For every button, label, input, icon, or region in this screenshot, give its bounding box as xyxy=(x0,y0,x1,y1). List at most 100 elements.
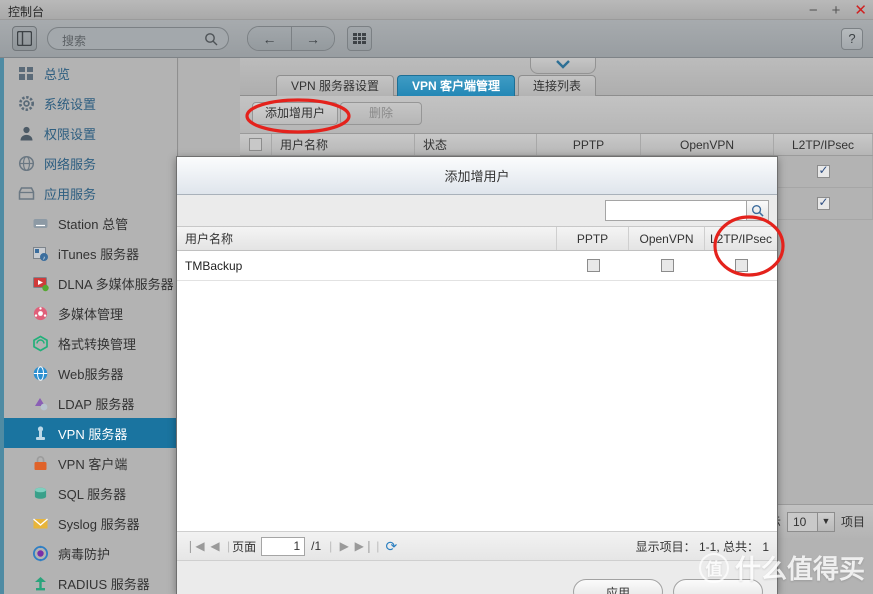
apply-button[interactable]: 应用 xyxy=(573,579,663,594)
sidebar-item-label: 权限设置 xyxy=(44,126,97,142)
col-l2tp[interactable]: L2TP/IPsec xyxy=(774,134,873,155)
sidebar-item-label: VPN 客户端 xyxy=(58,456,128,472)
sidebar-item-14[interactable]: SQL 服务器 xyxy=(0,478,177,508)
sidebar-item-label: 系统设置 xyxy=(44,96,97,112)
cancel-button[interactable] xyxy=(673,579,763,594)
dialog-table-row[interactable]: TMBackup xyxy=(177,251,777,281)
next-page-icon[interactable]: ▶ xyxy=(334,539,354,553)
dlg-col-openvpn[interactable]: OpenVPN xyxy=(629,227,705,250)
chevron-down-icon[interactable]: ▼ xyxy=(816,512,834,531)
dialog-cell-pptp-checkbox[interactable] xyxy=(586,259,600,272)
close-button[interactable]: ✕ xyxy=(854,3,867,18)
sidebar-item-9[interactable]: 格式转换管理 xyxy=(0,328,177,358)
window-title: 控制台 xyxy=(8,5,45,19)
last-page-icon[interactable]: ▶❘ xyxy=(354,539,374,553)
dialog-cell-openvpn[interactable] xyxy=(629,251,705,280)
sidebar-item-8[interactable]: 多媒体管理 xyxy=(0,298,177,328)
col-username[interactable]: 用户名称 xyxy=(272,134,415,155)
prev-page-icon[interactable]: ◀ xyxy=(205,539,225,553)
apps-grid-button[interactable] xyxy=(347,26,372,51)
dialog-cell-username: TMBackup xyxy=(185,258,243,273)
search-icon xyxy=(751,204,764,217)
sidebar-item-label: SQL 服务器 xyxy=(58,486,127,502)
sidebar-edge-strip xyxy=(0,58,4,594)
sidebar-item-7[interactable]: DLNA 多媒体服务器 xyxy=(0,268,177,298)
sidebar-item-label: 网络服务 xyxy=(44,156,97,172)
search-input[interactable]: 搜索 xyxy=(47,27,229,50)
dialog-cell-l2tp-checkbox[interactable] xyxy=(734,259,748,272)
itunes-icon: ♪ xyxy=(33,246,48,261)
cell-l2tp-checkbox[interactable] xyxy=(816,163,830,178)
sidebar-item-label: 格式转换管理 xyxy=(58,336,137,352)
help-button[interactable]: ? xyxy=(841,28,863,50)
minimize-button[interactable]: − xyxy=(809,3,818,18)
add-user-dialog: 添加增用户 用户名称 PPTP OpenVPN L2TP/IPsec TMBac… xyxy=(176,156,778,594)
sidebar-item-5[interactable]: Station 总管 xyxy=(0,208,177,238)
sidebar-item-label: VPN 服务器 xyxy=(58,426,128,442)
sidebar-item-11[interactable]: LDAP 服务器 xyxy=(0,388,177,418)
sidebar-item-1[interactable]: 系统设置 xyxy=(0,88,177,118)
media-icon xyxy=(33,306,48,320)
dlg-col-pptp[interactable]: PPTP xyxy=(557,227,629,250)
sidebar-item-label: LDAP 服务器 xyxy=(58,396,135,412)
sidebar-item-12[interactable]: VPN 服务器 xyxy=(0,418,177,448)
col-pptp[interactable]: PPTP xyxy=(537,134,641,155)
sidebar-item-0[interactable]: 总览 xyxy=(0,58,177,88)
sidebar-item-3[interactable]: 网络服务 xyxy=(0,148,177,178)
dialog-footer: 应用 xyxy=(177,561,777,594)
page-size-unit: 项目 xyxy=(840,515,865,529)
forward-button[interactable]: → xyxy=(291,27,334,50)
dialog-search-button[interactable] xyxy=(747,200,769,221)
sidebar-item-16[interactable]: 病毒防护 xyxy=(0,538,177,568)
sidebar-item-15[interactable]: Syslog 服务器 xyxy=(0,508,177,538)
page-number-input[interactable]: 1 xyxy=(261,536,306,556)
refresh-icon[interactable]: ⟳ xyxy=(381,538,401,555)
sidebar-item-2[interactable]: 权限设置 xyxy=(0,118,177,148)
sidebar-item-13[interactable]: VPN 客户端 xyxy=(0,448,177,478)
tab-1[interactable]: VPN 客户端管理 xyxy=(397,75,516,97)
dlg-col-username[interactable]: 用户名称 xyxy=(177,227,557,250)
maximize-button[interactable]: + xyxy=(832,3,841,18)
collapse-panel-button[interactable] xyxy=(530,58,596,74)
page-total: /1 xyxy=(311,539,322,553)
sidebar-item-label: RADIUS 服务器 xyxy=(58,576,150,592)
dialog-search-input[interactable] xyxy=(605,200,747,221)
dialog-pager: ❘◀ ◀ | 页面 1 /1 | ▶ ▶❘ | ⟳ 显示项目： 1-1, 总共：… xyxy=(177,531,777,561)
globe-icon xyxy=(18,155,35,171)
tab-2[interactable]: 连接列表 xyxy=(518,75,597,97)
dialog-cell-pptp[interactable] xyxy=(557,251,629,280)
sidebar-nav-list: 总览 系统设置权限设置 网络服务 应用服务 Station 总管 ♪ iTunes … xyxy=(0,58,177,594)
sidebar-item-4[interactable]: 应用服务 xyxy=(0,178,177,208)
col-openvpn[interactable]: OpenVPN xyxy=(641,134,774,155)
select-all-cell[interactable] xyxy=(240,134,272,155)
sidebar-item-label: 病毒防护 xyxy=(58,546,111,562)
delete-button[interactable]: 删除 xyxy=(340,102,422,125)
sidebar-item-label: 总览 xyxy=(44,66,71,82)
cell-l2tp[interactable] xyxy=(774,156,873,187)
sidebar-item-6[interactable]: ♪ iTunes 服务器 xyxy=(0,238,177,268)
cell-l2tp[interactable] xyxy=(774,188,873,219)
select-all-checkbox[interactable] xyxy=(249,138,262,151)
syslog-icon xyxy=(33,518,48,528)
dialog-search-bar xyxy=(177,195,777,227)
page-size-select[interactable]: 10 ▼ xyxy=(786,511,835,532)
sidebar: 总览 系统设置权限设置 网络服务 应用服务 Station 总管 ♪ iTunes … xyxy=(0,58,178,594)
dialog-cell-l2tp[interactable] xyxy=(705,251,777,280)
dialog-table-body: TMBackup xyxy=(177,251,777,531)
page-size-value: 10 xyxy=(792,514,807,529)
dialog-cell-openvpn-checkbox[interactable] xyxy=(660,259,674,272)
sidebar-item-10[interactable]: Web服务器 xyxy=(0,358,177,388)
dlg-col-l2tp[interactable]: L2TP/IPsec xyxy=(705,227,777,250)
panel-toggle-button[interactable] xyxy=(12,26,37,51)
dialog-table-header: 用户名称 PPTP OpenVPN L2TP/IPsec xyxy=(177,227,777,251)
add-user-button[interactable]: 添加增用户 xyxy=(252,102,339,125)
station-icon xyxy=(33,218,48,228)
sidebar-item-label: DLNA 多媒体服务器 xyxy=(58,276,174,292)
ldap-icon xyxy=(35,397,48,410)
first-page-icon[interactable]: ❘◀ xyxy=(185,539,205,553)
col-status[interactable]: 状态 xyxy=(415,134,537,155)
back-button[interactable]: ← xyxy=(248,27,291,50)
sidebar-item-17[interactable]: RADIUS 服务器 xyxy=(0,568,177,594)
tab-0[interactable]: VPN 服务器设置 xyxy=(276,75,395,97)
cell-l2tp-checkbox[interactable] xyxy=(816,195,830,210)
